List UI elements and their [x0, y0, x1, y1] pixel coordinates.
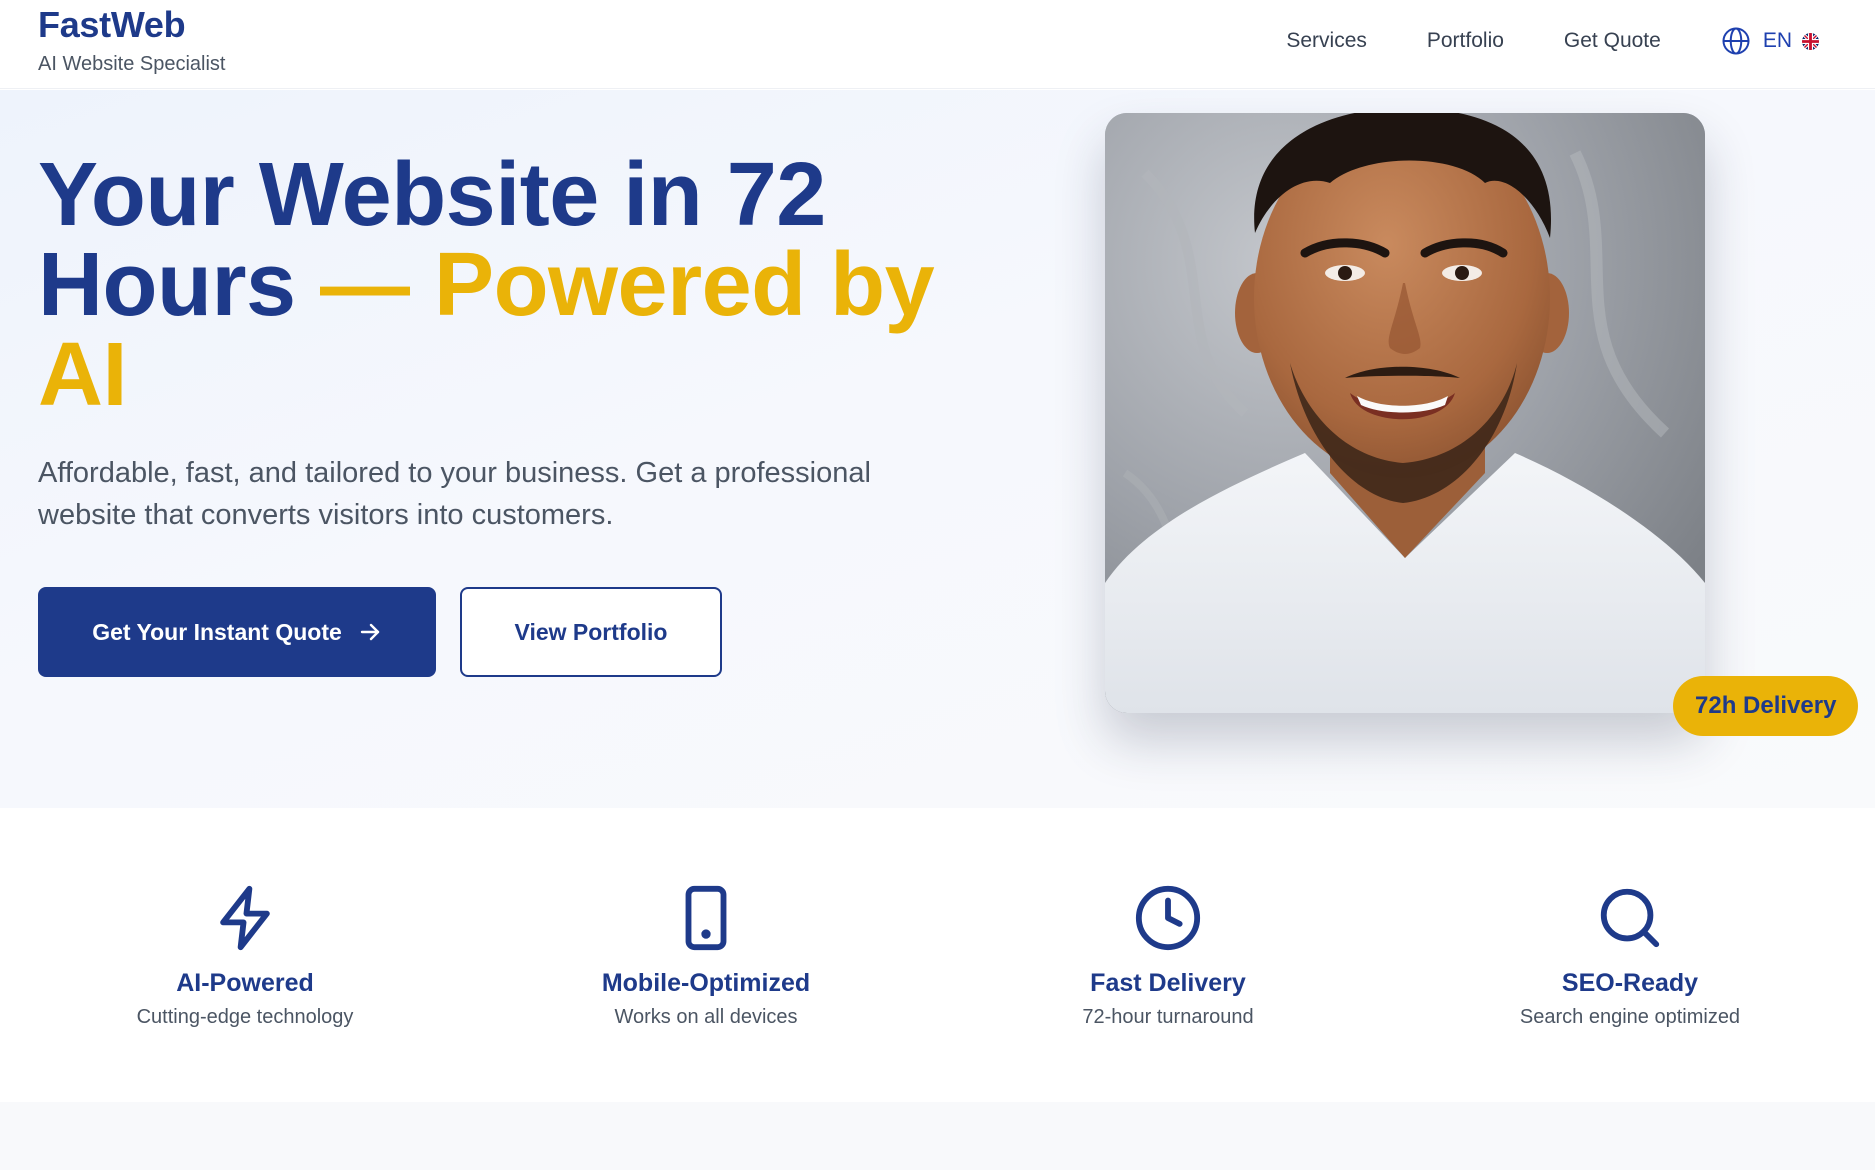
feature-card-fast-delivery: Fast Delivery 72-hour turnaround [958, 883, 1378, 1029]
brand-tagline: AI Website Specialist [38, 53, 226, 75]
hero-title: Your Website in 72 Hours — Powered by AI [38, 150, 938, 420]
language-code: EN [1762, 29, 1792, 52]
smartphone-icon [685, 885, 727, 951]
feature-card-ai-powered: AI-Powered Cutting-edge technology [35, 883, 455, 1029]
globe-icon [1722, 27, 1750, 55]
uk-flag-icon [1802, 32, 1819, 50]
clock-icon [1135, 885, 1201, 951]
delivery-badge: 72h Delivery [1673, 676, 1859, 736]
nav-link-services[interactable]: Services [1286, 29, 1367, 53]
feature-title: SEO-Ready [1561, 969, 1699, 997]
hero-subtitle: Affordable, fast, and tailored to your b… [38, 457, 871, 531]
lightning-bolt-icon [220, 885, 270, 951]
hero-section: Your Website in 72 Hours — Powered by AI… [0, 90, 1875, 808]
feature-description: Cutting-edge technology [136, 1006, 354, 1028]
feature-title: Mobile-Optimized [601, 969, 811, 997]
feature-description: Search engine optimized [1519, 1006, 1741, 1028]
get-quote-button[interactable]: Get Your Instant Quote [38, 587, 436, 677]
feature-card-mobile-optimized: Mobile-Optimized Works on all devices [496, 883, 916, 1029]
site-header: FastWeb AI Website Specialist Services P… [0, 0, 1875, 89]
features-section: AI-Powered Cutting-edge technology Mobil… [0, 808, 1875, 1102]
feature-description: 72-hour turnaround [1082, 1006, 1254, 1028]
feature-description: Works on all devices [614, 1006, 798, 1028]
hero-portrait-image [1105, 113, 1705, 713]
nav-link-portfolio[interactable]: Portfolio [1427, 29, 1504, 53]
search-icon [1600, 888, 1660, 948]
get-quote-button-label: Get Your Instant Quote [92, 618, 342, 645]
nav-link-get-quote[interactable]: Get Quote [1564, 29, 1661, 53]
arrow-right-icon [360, 623, 379, 641]
language-switcher[interactable]: EN [1721, 26, 1819, 56]
feature-title: AI-Powered [176, 969, 314, 997]
next-section-band [0, 1102, 1875, 1170]
view-portfolio-button[interactable]: View Portfolio [460, 587, 722, 677]
brand-logo[interactable]: FastWeb [38, 4, 186, 46]
main-nav: Services Portfolio Get Quote EN [1286, 24, 1819, 58]
feature-title: Fast Delivery [1090, 969, 1246, 997]
feature-card-seo-ready: SEO-Ready Search engine optimized [1420, 883, 1840, 1029]
